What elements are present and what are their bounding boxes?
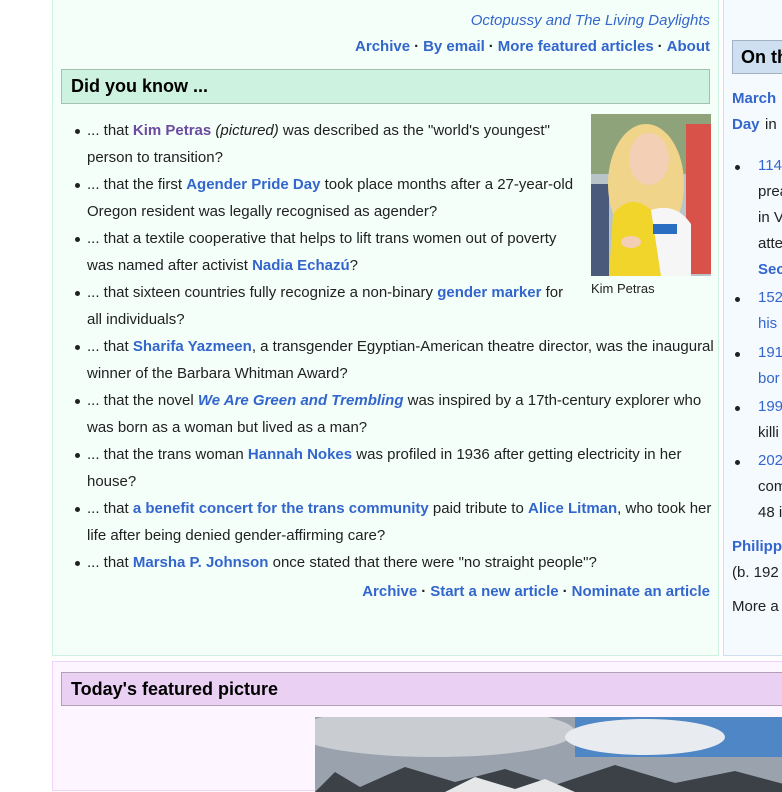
tfa-archive-link[interactable]: Archive [355,38,410,55]
agender-pride-day-link[interactable]: Agender Pride Day [186,176,320,193]
sharifa-yazmeen-link[interactable]: Sharifa Yazmeen [133,338,252,355]
item-text: paid tribute to [428,500,528,517]
bullet [735,460,740,465]
separator-dot: · [562,583,568,600]
otd-more-text: More a [732,598,779,615]
bullet [735,352,740,357]
bullet [735,297,740,302]
otd-text: prea [758,183,782,200]
item-text: ... that [87,338,133,355]
tfa-about-link[interactable]: About [667,38,710,55]
otd-text: com [758,478,782,495]
list-item: ... that a textile cooperative that help… [75,225,582,279]
gender-marker-link[interactable]: gender marker [437,284,541,301]
nadia-echazu-link[interactable]: Nadia Echazú [252,257,350,274]
featured-article-footer: Archive · By email · More featured articles ·… [355,34,710,60]
item-text: once stated that there were "no straight… [268,554,597,571]
list-item: ... that a benefit concert for the trans… [75,495,715,549]
otd-link[interactable]: bor [758,370,780,387]
otd-link[interactable]: his [758,315,777,332]
otd-year-link[interactable]: 152 [758,289,782,306]
separator-dot: · [488,38,494,55]
start-new-article-link[interactable]: Start a new article [430,583,558,600]
otd-link[interactable]: Sec [758,261,782,278]
item-text: ... that [87,122,133,139]
otd-text: (b. 192 [732,564,779,581]
kim-petras-link[interactable]: Kim Petras [133,122,211,139]
hannah-nokes-link[interactable]: Hannah Nokes [248,446,352,463]
bullet [735,406,740,411]
item-text: ... that the novel [87,392,198,409]
featured-picture-box: Today's featured picture [52,661,782,792]
otd-text: 48 i [758,504,782,521]
did-you-know-list: ... that Kim Petras (pictured) was descr… [73,117,727,576]
list-item: ... that sixteen countries fully recogni… [75,279,582,333]
item-text: ? [349,257,358,274]
separator-dot: · [657,38,663,55]
we-are-green-and-trembling-link[interactable]: We Are Green and Trembling [198,392,404,409]
featured-picture-image[interactable] [315,717,782,792]
list-item: ... that the novel We Are Green and Trem… [75,387,715,441]
tfa-by-email-link[interactable]: By email [423,38,485,55]
list-item: ... that the first Agender Pride Day too… [75,171,582,225]
list-item: ... that Sharifa Yazmeen, a transgender … [75,333,715,387]
bullet [735,165,740,170]
otd-day-link[interactable]: Day [732,116,760,133]
benefit-concert-link[interactable]: a benefit concert for the trans communit… [133,500,429,517]
featured-article-tail: Octopussy and The Living Daylights Archi… [355,8,710,60]
pictured-note: (pictured) [215,122,279,139]
otd-text: in V [758,209,782,226]
did-you-know-header: Did you know ... [61,69,710,104]
otd-person-link[interactable]: Philipp [732,538,782,555]
alice-litman-link[interactable]: Alice Litman [528,500,617,517]
otd-text: killi [758,424,779,441]
list-item: ... that Kim Petras (pictured) was descr… [75,117,582,171]
nominate-article-link[interactable]: Nominate an article [572,583,710,600]
otd-year-link[interactable]: 199 [758,398,782,415]
item-text: ... that sixteen countries fully recogni… [87,284,438,301]
otd-year-link[interactable]: 114 [758,157,782,174]
separator-dot: · [421,583,427,600]
item-text: ... that [87,500,133,517]
otd-date-link[interactable]: March [732,90,776,107]
list-item: ... that the trans woman Hannah Nokes wa… [75,441,715,495]
otd-text: atte [758,235,782,252]
item-text: ... that the trans woman [87,446,248,463]
dyk-archive-link[interactable]: Archive [362,583,417,600]
left-column: Octopussy and The Living Daylights Archi… [52,0,719,656]
list-item: ... that Marsha P. Johnson once stated t… [75,549,715,576]
marsha-p-johnson-link[interactable]: Marsha P. Johnson [133,554,269,571]
separator-dot: · [414,38,420,55]
right-column: On th March Day in 114 prea in V atte Se… [723,0,782,656]
otd-year-link[interactable]: 202 [758,452,782,469]
featured-picture-header: Today's featured picture [61,672,782,706]
tfa-more-featured-link[interactable]: More featured articles [498,38,654,55]
did-you-know-footer: Archive · Start a new article · Nominate an … [362,582,710,602]
on-this-day-header: On th [732,40,782,74]
item-text: ... that the first [87,176,187,193]
featured-article-tail-link[interactable]: Octopussy and The Living Daylights [471,12,710,29]
item-text: ... that [87,554,133,571]
otd-text: in [765,116,777,133]
otd-year-link[interactable]: 191 [758,344,782,361]
